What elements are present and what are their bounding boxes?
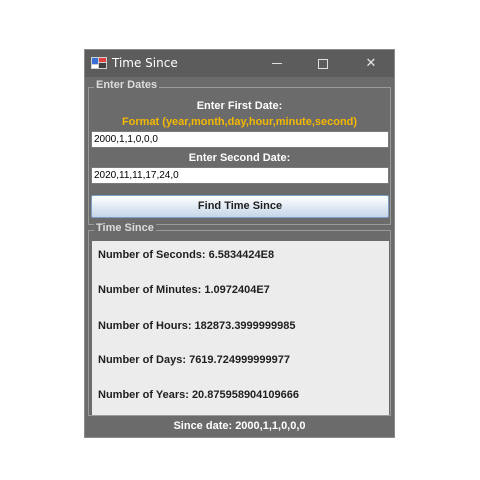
first-date-input[interactable]: 2000,1,1,0,0,0: [91, 131, 389, 148]
maximize-button[interactable]: [300, 50, 346, 77]
format-hint: Format (year,month,day,hour,minute,secon…: [121, 116, 358, 128]
app-icon: [91, 57, 107, 69]
results-panel: Number of Seconds: 6.5834424E8 Number of…: [92, 241, 389, 415]
result-minutes: Number of Minutes: 1.0972404E7: [98, 284, 270, 296]
title-bar[interactable]: Time Since ✕: [85, 50, 394, 77]
minimize-icon: [272, 63, 282, 64]
result-hours: Number of Hours: 182873.3999999985: [98, 320, 296, 332]
find-time-since-button[interactable]: Find Time Since: [91, 195, 389, 218]
second-date-label: Enter Second Date:: [188, 152, 291, 164]
first-date-label: Enter First Date:: [196, 100, 283, 112]
result-seconds: Number of Seconds: 6.5834424E8: [98, 249, 275, 261]
enter-dates-group: Enter Dates Enter First Date: Format (ye…: [88, 79, 391, 225]
since-date-status: Since date: 2000,1,1,0,0,0: [173, 420, 306, 432]
time-since-group: Time Since Number of Seconds: 6.5834424E…: [88, 222, 391, 416]
content-pane: Enter Dates Enter First Date: Format (ye…: [87, 79, 392, 435]
enter-dates-title: Enter Dates: [94, 79, 160, 91]
result-years: Number of Years: 20.875958904109666: [98, 389, 299, 401]
maximize-icon: [318, 58, 328, 69]
main-window: Time Since ✕ Enter Dates Enter First Dat…: [84, 49, 395, 438]
close-icon: ✕: [365, 56, 377, 71]
window-title: Time Since: [112, 56, 178, 70]
time-since-title: Time Since: [94, 222, 156, 234]
second-date-input[interactable]: 2020,11,11,17,24,0: [91, 167, 389, 184]
result-days: Number of Days: 7619.724999999977: [98, 354, 291, 366]
minimize-button[interactable]: [254, 50, 300, 77]
close-button[interactable]: ✕: [348, 50, 394, 77]
